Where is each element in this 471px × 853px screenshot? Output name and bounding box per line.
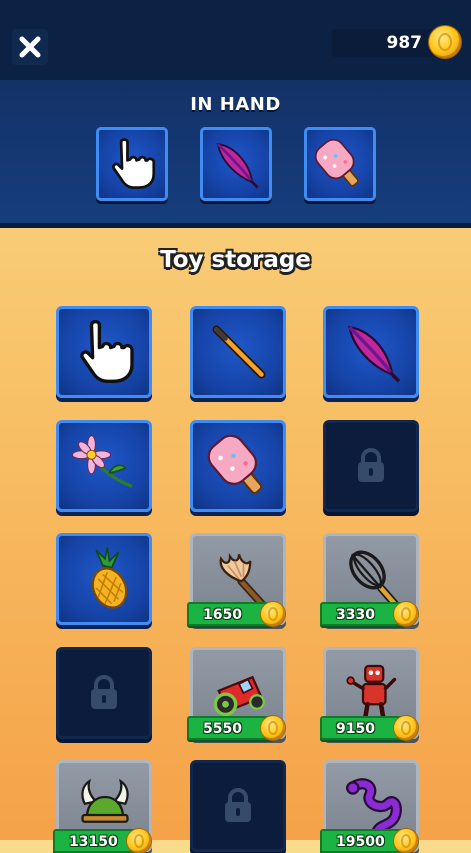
in-hand-title: IN HAND (190, 94, 281, 115)
gold-coin-icon (261, 716, 285, 740)
gold-coin-icon (394, 829, 418, 853)
toy-tile-robot[interactable]: 9150 (320, 647, 419, 740)
toy-tile-locked[interactable] (56, 647, 152, 739)
in-hand-slot-2[interactable] (200, 127, 272, 201)
pineapple-icon (91, 547, 128, 609)
toy-tile-whisk[interactable]: 3330 (320, 533, 419, 626)
price-tag: 9150 (320, 716, 418, 740)
price-text: 3330 (336, 607, 375, 623)
toy-tile-popsicle[interactable] (190, 420, 286, 512)
top-bar: 987 (0, 0, 471, 82)
toy-tile-stick[interactable] (190, 306, 286, 398)
price-tag: 1650 (187, 602, 285, 626)
price-text: 13150 (69, 834, 118, 850)
close-icon (19, 36, 41, 58)
gold-coin-icon (261, 602, 285, 626)
price-tag: 5550 (187, 716, 285, 740)
toy-tile-flower[interactable] (56, 420, 152, 512)
padlock-icon (358, 448, 384, 482)
purple-feather-icon (216, 143, 259, 189)
toy-tile-locked[interactable] (190, 760, 286, 852)
price-text: 5550 (203, 721, 242, 737)
coin-count: 987 (386, 33, 423, 53)
toy-tile-pineapple[interactable] (56, 533, 152, 625)
price-tag: 13150 (53, 829, 151, 853)
pink-flower-icon (71, 435, 133, 488)
gold-coin-icon (127, 829, 151, 853)
price-text: 9150 (336, 721, 375, 737)
price-text: 19500 (336, 834, 385, 850)
pink-popsicle-icon (314, 138, 359, 187)
orange-stick-icon (212, 325, 266, 379)
coin-balance: 987 (332, 29, 444, 57)
gold-coin-icon (394, 716, 418, 740)
gold-coin-icon (429, 26, 461, 58)
padlock-icon (91, 675, 117, 709)
pink-popsicle-icon (207, 434, 263, 495)
price-tag: 3330 (320, 602, 418, 626)
close-button[interactable] (12, 29, 48, 65)
toy-tile-locked[interactable] (323, 420, 419, 512)
in-hand-slot-1[interactable] (96, 127, 168, 201)
price-text: 1650 (203, 607, 242, 623)
purple-feather-icon (348, 325, 401, 383)
padlock-icon (225, 788, 251, 822)
toy-tile-feather-duster[interactable]: 1650 (187, 533, 286, 626)
toy-storage-title: Toy storage (160, 247, 311, 273)
toy-tile-feather[interactable] (323, 306, 419, 398)
price-tag: 19500 (320, 829, 418, 853)
in-hand-slot-3[interactable] (304, 127, 376, 201)
toy-tile-tractor[interactable]: 5550 (187, 647, 286, 740)
gold-coin-icon (394, 602, 418, 626)
toy-tile-viking-helmet[interactable]: 13150 (53, 760, 152, 853)
hand-pointer-icon (80, 319, 134, 383)
in-hand-panel: IN HAND (0, 80, 471, 228)
hand-pointer-icon (112, 138, 156, 189)
toy-tile-hand[interactable] (56, 306, 152, 398)
toy-tile-snake[interactable]: 19500 (320, 760, 419, 853)
